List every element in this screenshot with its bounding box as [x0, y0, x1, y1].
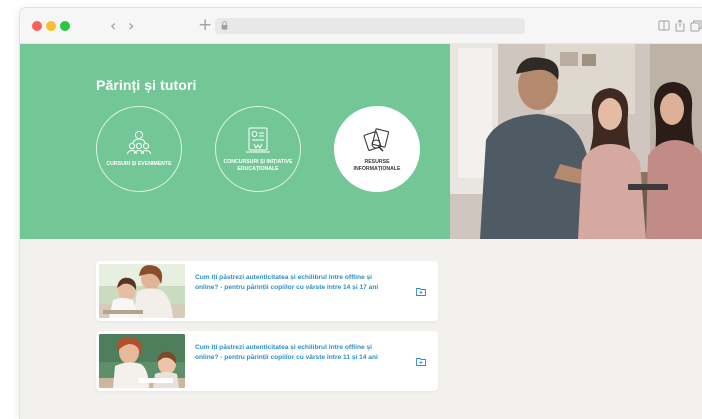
page-title: Părinți și tutori [96, 77, 197, 93]
resource-title-link[interactable]: Cum îți păstrezi autenticitatea și echil… [195, 273, 390, 293]
resource-card[interactable]: Cum îți păstrezi autenticitatea și echil… [96, 331, 438, 391]
resource-title-link[interactable]: Cum îți păstrezi autenticitatea și echil… [195, 343, 390, 363]
category-contests-initiatives[interactable]: CONCURSURI ȘI INIȚIATIVE EDUCAȚIONALE [215, 106, 301, 192]
trophy-certificate-icon [246, 127, 270, 153]
hero-photo-family [450, 44, 702, 239]
browser-titlebar: ‹ › + [20, 8, 702, 44]
category-label: RESURSE INFORMAȚIONALE [353, 159, 401, 172]
people-group-icon [127, 131, 151, 155]
hero-banner: Părinți și tutori CURSURI ȘI EVENIMENTE [20, 44, 702, 239]
minimize-window-button[interactable] [46, 21, 56, 31]
resource-thumbnail [99, 334, 185, 388]
new-tab-button[interactable]: + [198, 15, 212, 35]
category-courses-events[interactable]: CURSURI ȘI EVENIMENTE [96, 106, 182, 192]
lock-icon [221, 21, 228, 30]
close-window-button[interactable] [32, 21, 42, 31]
back-button[interactable]: ‹ [110, 16, 116, 36]
resource-card[interactable]: Cum îți păstrezi autenticitatea și echil… [96, 261, 438, 321]
browser-window: ‹ › + Părinți și tutori CURSURI ȘI EVENI… [20, 8, 702, 419]
category-label: CONCURSURI ȘI INIȚIATIVE EDUCAȚIONALE [223, 159, 293, 172]
category-information-resources[interactable]: RESURSE INFORMAȚIONALE [334, 106, 420, 192]
documents-magnifier-icon [363, 128, 390, 152]
address-bar[interactable] [215, 18, 525, 34]
reader-view-icon[interactable] [658, 19, 670, 32]
resource-thumbnail [99, 264, 185, 318]
folder-icon[interactable] [416, 357, 426, 366]
category-label: CURSURI ȘI EVENIMENTE [106, 161, 172, 168]
tabs-overview-icon[interactable] [690, 19, 702, 32]
folder-icon[interactable] [416, 287, 426, 296]
forward-button[interactable]: › [128, 16, 134, 36]
maximize-window-button[interactable] [60, 21, 70, 31]
share-icon[interactable] [674, 19, 686, 32]
